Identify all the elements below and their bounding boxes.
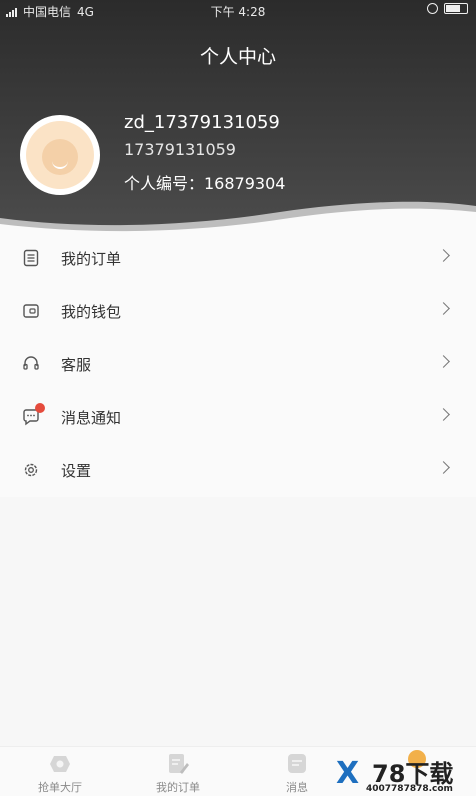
page-title: 个人中心 [199,46,276,68]
site-watermark: X 78下载 4007787878.com [336,750,476,796]
username: zd_17379131059 [124,112,280,133]
battery-icon [444,3,468,14]
watermark-phone: 4007787878.com [366,784,453,794]
phone-number: 17379131059 [124,140,236,159]
tab-messages[interactable]: 消息 [257,753,337,795]
chevron-right-icon [437,408,450,421]
tab-hall[interactable]: 抢单大厅 [20,753,100,795]
watermark-logo: X [336,756,360,791]
gear-icon [24,463,38,477]
notification-badge [35,403,45,413]
header-wave-decoration [0,201,476,232]
status-time: 下午 4:28 [210,5,266,19]
wallet-icon [23,304,39,318]
chevron-right-icon [437,355,450,368]
menu-item-settings[interactable]: 设置 [0,444,476,497]
menu-item-label: 消息通知 [61,409,122,427]
status-bar: 中国电信 4G 下午 4:28 [0,0,476,22]
chevron-right-icon [437,302,450,315]
order-list-icon [23,249,39,267]
tab-label: 消息 [286,781,308,794]
menu-list: 我的订单 我的钱包 客服 消息通知 设置 [0,232,476,497]
menu-item-my-wallet[interactable]: 我的钱包 [0,285,476,338]
tab-label: 抢单大厅 [38,781,82,794]
tab-my-orders[interactable]: 我的订单 [138,753,218,795]
menu-item-notifications[interactable]: 消息通知 [0,391,476,444]
headset-icon [23,356,39,370]
message-icon [288,754,306,773]
edit-doc-icon [169,754,189,774]
orientation-lock-icon [427,3,438,14]
menu-item-label: 我的钱包 [61,303,122,321]
menu-item-label: 设置 [61,462,92,480]
menu-item-label: 我的订单 [61,250,122,268]
member-id: 个人编号：16879304 [124,174,286,193]
menu-item-label: 客服 [61,356,92,374]
tab-label: 我的订单 [156,781,200,794]
profile-header: 中国电信 4G 下午 4:28 个人中心 zd_17379131059 1737… [0,0,476,232]
menu-item-my-orders[interactable]: 我的订单 [0,232,476,285]
chevron-right-icon [437,461,450,474]
menu-item-customer-service[interactable]: 客服 [0,338,476,391]
default-avatar-icon [26,121,94,189]
avatar[interactable] [20,115,100,195]
hall-icon [50,756,70,772]
chevron-right-icon [437,249,450,262]
